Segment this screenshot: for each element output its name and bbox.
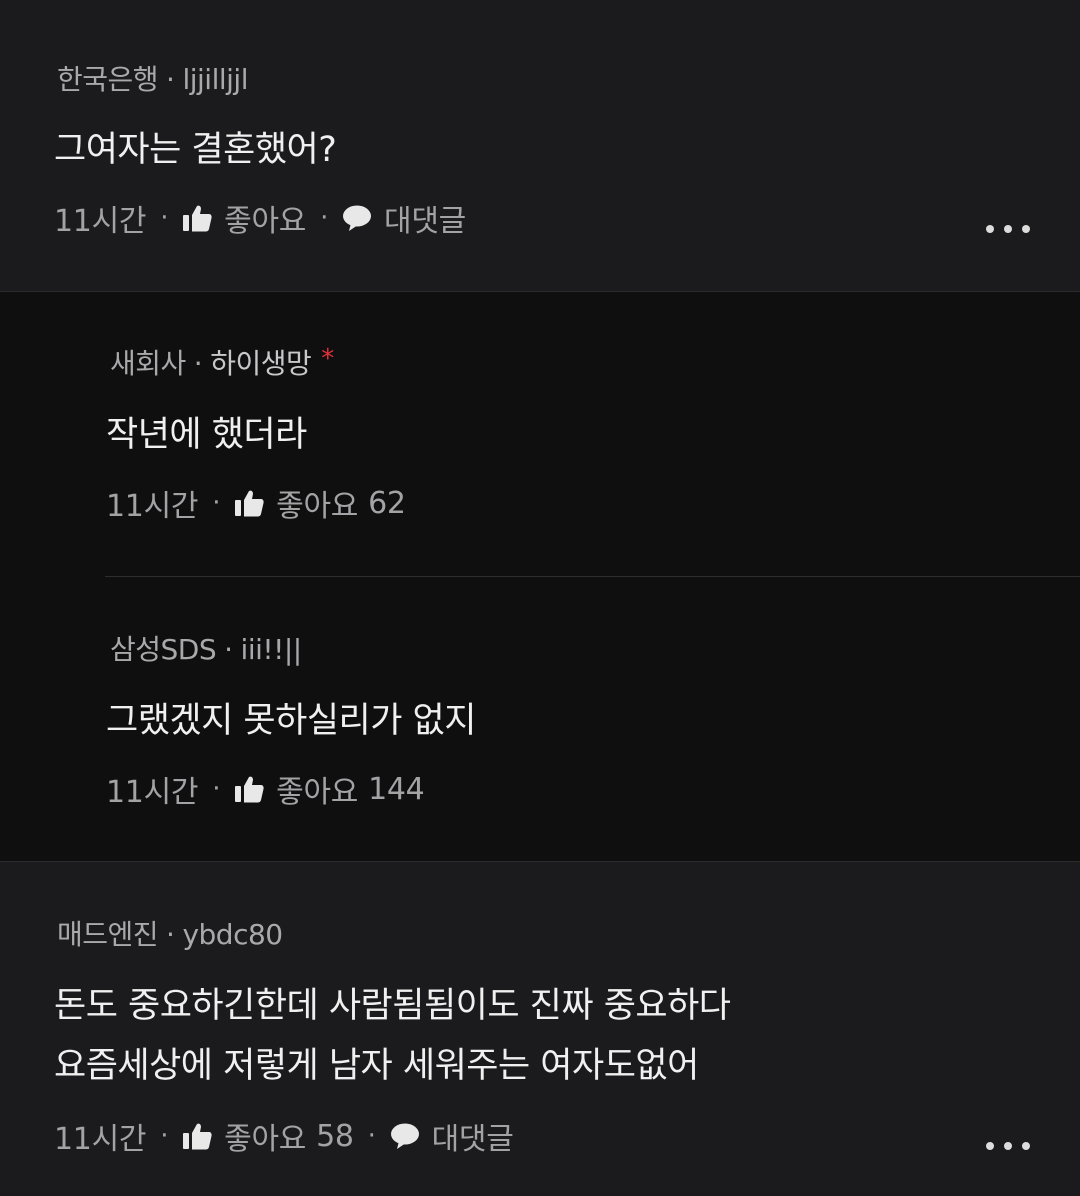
speech-bubble-icon [390, 1122, 420, 1150]
like-button[interactable]: 좋아요 58 [182, 1114, 354, 1158]
comment-author[interactable]: 매드엔진 · ybdc80 [57, 913, 283, 953]
thumbs-up-icon [182, 1122, 212, 1150]
reply-author[interactable]: 삼성SDS · iii!!|| [110, 628, 302, 668]
like-label: 좋아요 [276, 775, 359, 810]
like-count: 144 [368, 771, 425, 807]
author-star-badge: * [321, 344, 334, 374]
like-count: 58 [316, 1118, 354, 1154]
reply-label: 대댓글 [431, 1122, 514, 1157]
reply-thread: 새회사 · 하이생망 * 작년에 했더라 11시간 · 좋아요 62 삼성SDS · ii… [0, 291, 1080, 861]
comment-author[interactable]: 한국은행 · ljjilljjl [57, 58, 248, 98]
like-label: 좋아요 [224, 204, 307, 239]
like-button[interactable]: 좋아요 144 [234, 767, 425, 811]
reply-author[interactable]: 새회사 · 하이생망 * [110, 342, 334, 382]
comment-actions: 11시간 · 좋아요 58 · 대댓글 [54, 1114, 514, 1158]
reply-button[interactable]: 대댓글 [342, 196, 466, 240]
separator-dot: · [160, 1121, 169, 1151]
separator-dot: · [212, 488, 221, 518]
more-options-icon[interactable] [986, 1136, 1030, 1156]
separator-dot: · [367, 1121, 376, 1151]
separator-dot: · [193, 347, 203, 380]
company-name: 새회사 [110, 347, 186, 380]
thumbs-up-icon [234, 775, 264, 803]
comment-item: 매드엔진 · ybdc80 돈도 중요하긴한데 사람됨됨이도 진짜 중요하다 요즘세… [0, 861, 1080, 1196]
timestamp: 11시간 [106, 489, 199, 524]
company-name: 한국은행 [57, 63, 159, 96]
thumbs-up-icon [182, 204, 212, 232]
like-button[interactable]: 좋아요 62 [234, 481, 406, 525]
reply-label: 대댓글 [384, 204, 466, 239]
comment-item: 한국은행 · ljjilljjl 그여자는 결혼했어? 11시간 · 좋아요 · 대… [0, 0, 1080, 291]
username: ybdc80 [182, 918, 283, 951]
comment-text-line: 요즘세상에 저렇게 남자 세워주는 여자도없어 [54, 1046, 699, 1086]
separator-dot: · [166, 918, 175, 951]
divider [0, 861, 1080, 862]
speech-bubble-icon [342, 204, 372, 232]
comment-text: 그여자는 결혼했어? [54, 130, 337, 170]
company-name: 삼성SDS [110, 633, 217, 666]
separator-dot: · [160, 203, 169, 233]
reply-text: 그랬겠지 못하실리가 없지 [106, 701, 476, 741]
like-label: 좋아요 [224, 1122, 307, 1157]
timestamp: 11시간 [54, 1122, 147, 1157]
divider [0, 291, 1080, 292]
username: 하이생망 [210, 347, 312, 380]
separator-dot: · [212, 774, 221, 804]
separator-dot: · [166, 63, 175, 96]
reply-button[interactable]: 대댓글 [390, 1114, 514, 1158]
comment-text-line: 돈도 중요하긴한데 사람됨됨이도 진짜 중요하다 [54, 986, 731, 1026]
comment-actions: 11시간 · 좋아요 · 대댓글 [54, 196, 466, 240]
reply-text: 작년에 했더라 [106, 415, 307, 455]
username: iii!!|| [240, 633, 303, 666]
username: ljjilljjl [182, 63, 248, 96]
like-button[interactable]: 좋아요 [182, 196, 306, 240]
like-count: 62 [368, 485, 406, 521]
like-label: 좋아요 [276, 489, 359, 524]
timestamp: 11시간 [106, 775, 199, 810]
reply-actions: 11시간 · 좋아요 144 [106, 767, 425, 811]
separator-dot: · [320, 203, 329, 233]
company-name: 매드엔진 [57, 918, 159, 951]
reply-divider [105, 576, 1080, 577]
reply-actions: 11시간 · 좋아요 62 [106, 481, 406, 525]
thumbs-up-icon [234, 489, 264, 517]
separator-dot: · [224, 633, 233, 666]
timestamp: 11시간 [54, 204, 147, 239]
more-options-icon[interactable] [986, 219, 1030, 239]
